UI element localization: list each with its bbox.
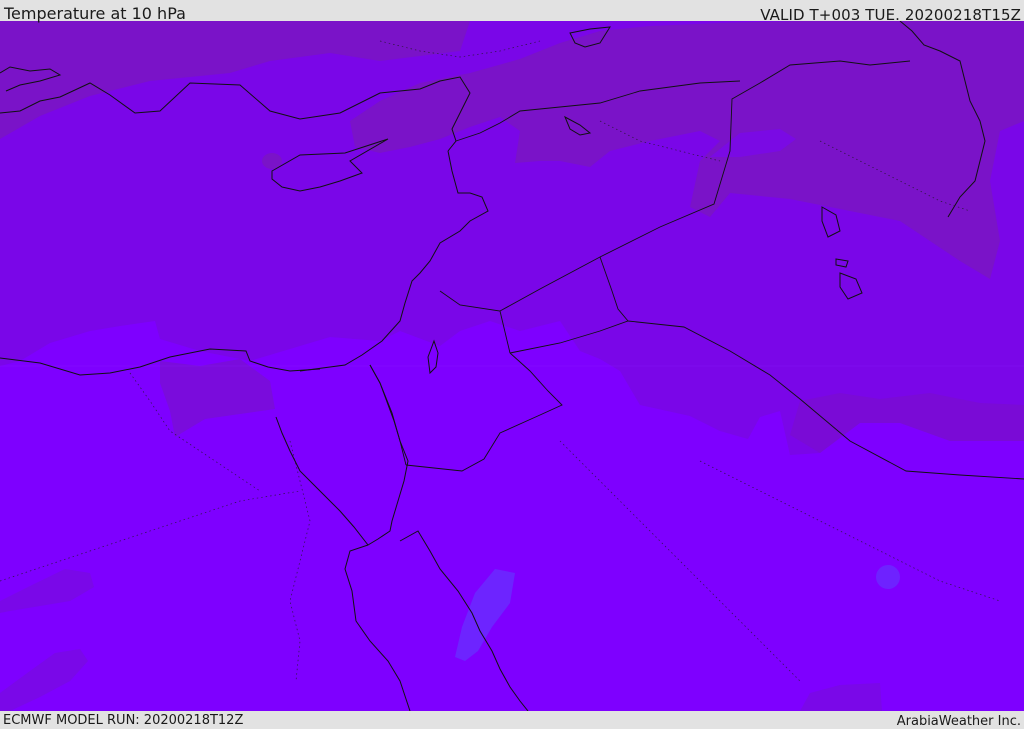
valid-time-label: VALID T+003 TUE. 20200218T15Z bbox=[760, 6, 1021, 24]
temperature-map bbox=[0, 21, 1024, 711]
cold-blob-east bbox=[876, 565, 900, 589]
map-page: Temperature at 10 hPa VALID T+003 TUE. 2… bbox=[0, 0, 1024, 729]
model-run-label: ECMWF MODEL RUN: 20200218T12Z bbox=[3, 713, 244, 728]
map-title: Temperature at 10 hPa bbox=[4, 4, 186, 23]
credit-label: ArabiaWeather Inc. bbox=[896, 714, 1021, 729]
